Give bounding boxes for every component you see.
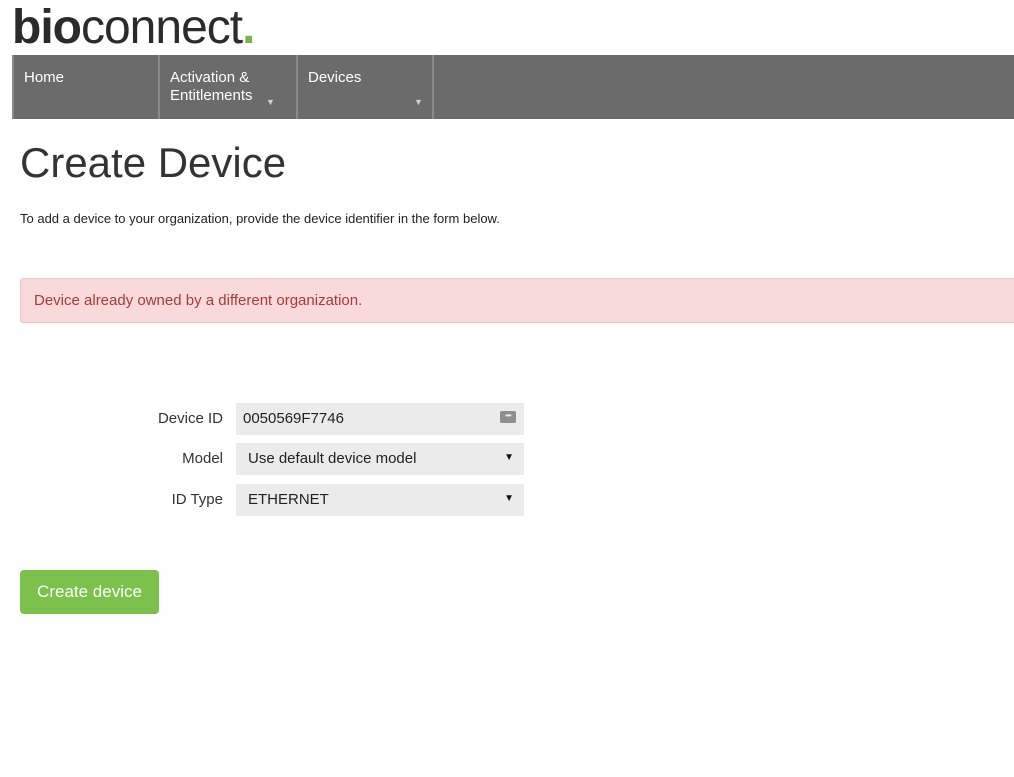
dropdown-arrow-icon: ▼: [504, 452, 514, 463]
nav-item-devices[interactable]: Devices ▼: [296, 55, 434, 119]
model-select[interactable]: Use default device model ▼: [236, 443, 524, 475]
device-id-label: Device ID: [157, 410, 223, 427]
logo-dot: .: [242, 1, 255, 54]
page: bioconnect. Home Activation & Entitlemen…: [0, 0, 1014, 777]
bioconnect-logo[interactable]: bioconnect.: [12, 0, 255, 56]
model-selected-value: Use default device model: [248, 450, 417, 467]
keyboard-icon[interactable]: •••: [500, 411, 516, 423]
dropdown-arrow-icon: ▼: [504, 493, 514, 504]
error-alert: Device already owned by a different orga…: [20, 278, 1014, 323]
chevron-down-icon: ▼: [266, 97, 275, 107]
model-label: Model: [182, 450, 223, 467]
device-id-value: 0050569F7746: [243, 410, 344, 427]
main-nav: Home Activation & Entitlements ▼ Devices…: [12, 55, 1014, 119]
intro-text: To add a device to your organization, pr…: [20, 211, 500, 226]
nav-item-activation-entitlements[interactable]: Activation & Entitlements ▼: [158, 55, 296, 119]
create-device-button[interactable]: Create device: [20, 570, 159, 614]
nav-label-activation-line2: Entitlements: [170, 87, 253, 104]
nav-item-home[interactable]: Home: [12, 55, 158, 119]
nav-label-activation-line1: Activation &: [170, 69, 250, 86]
device-id-input[interactable]: 0050569F7746 •••: [236, 403, 524, 435]
page-title: Create Device: [20, 139, 287, 186]
logo-part-connect: connect: [80, 1, 243, 54]
id-type-select[interactable]: ETHERNET ▼: [236, 484, 524, 516]
model-row: Model Use default device model ▼: [0, 443, 540, 475]
device-id-row: Device ID 0050569F7746 •••: [0, 403, 540, 435]
nav-label-devices: Devices: [308, 69, 362, 86]
nav-label-home: Home: [24, 69, 65, 86]
id-type-selected-value: ETHERNET: [248, 491, 329, 508]
id-type-label: ID Type: [171, 491, 223, 508]
logo-part-bio: bio: [12, 1, 82, 54]
error-alert-message: Device already owned by a different orga…: [34, 292, 363, 309]
id-type-row: ID Type ETHERNET ▼: [0, 484, 540, 516]
chevron-down-icon: ▼: [414, 97, 423, 107]
